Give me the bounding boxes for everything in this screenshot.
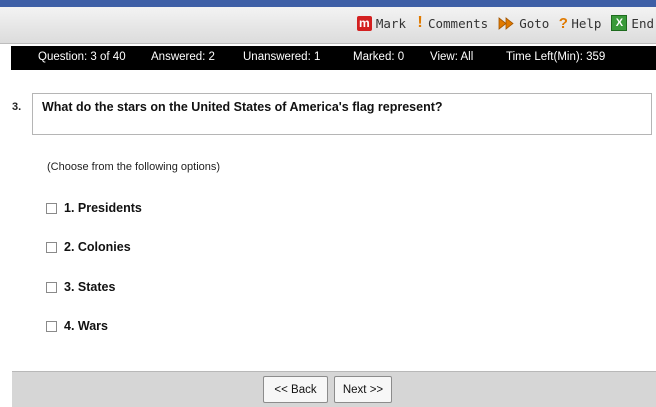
help-button[interactable]: ? Help — [558, 14, 602, 32]
mark-icon: m — [356, 15, 372, 31]
comments-icon: ! — [417, 14, 423, 31]
toolbar-tools: m Mark ! Comments Goto ? Help X End — [347, 14, 654, 32]
question-counter: Question: 3 of 40 — [38, 51, 126, 63]
mark-button[interactable]: m Mark — [356, 15, 406, 31]
mark-label: Mark — [375, 15, 406, 31]
time-left: Time Left(Min): 359 — [506, 51, 606, 63]
instructions: (Choose from the following options) — [47, 161, 221, 173]
question-text: What do the stars on the United States o… — [32, 93, 652, 135]
option-1[interactable]: 1. Presidents — [46, 201, 142, 215]
comments-label: Comments — [427, 15, 489, 31]
help-icon: ? — [558, 14, 568, 32]
goto-button[interactable]: Goto — [498, 16, 549, 31]
navigation-bar: << Back Next >> — [12, 371, 656, 407]
status-bar: Question: 3 of 40 Answered: 2 Unanswered… — [11, 46, 656, 70]
option-4[interactable]: 4. Wars — [46, 319, 108, 333]
end-icon: X — [611, 15, 628, 31]
option-2[interactable]: 2. Colonies — [46, 240, 131, 254]
view-filter: View: All — [430, 51, 474, 63]
marked-count: Marked: 0 — [353, 51, 405, 63]
toolbar: m Mark ! Comments Goto ? Help X End — [0, 7, 656, 44]
window-top-stripe — [0, 0, 656, 7]
option-4-label: 4. Wars — [64, 319, 109, 333]
comments-button[interactable]: ! Comments — [416, 14, 488, 32]
question-number: 3. — [12, 101, 22, 113]
option-2-checkbox[interactable] — [46, 241, 57, 253]
option-1-label: 1. Presidents — [64, 201, 142, 215]
goto-icon — [498, 16, 515, 30]
end-label: End — [631, 15, 654, 31]
option-3[interactable]: 3. States — [46, 280, 115, 294]
option-2-label: 2. Colonies — [64, 240, 131, 254]
help-label: Help — [571, 15, 602, 31]
option-3-label: 3. States — [64, 280, 116, 294]
answered-count: Answered: 2 — [151, 51, 215, 63]
option-3-checkbox[interactable] — [46, 281, 57, 293]
back-button[interactable]: << Back — [263, 376, 328, 403]
option-4-checkbox[interactable] — [46, 320, 57, 332]
next-button[interactable]: Next >> — [334, 376, 392, 403]
end-button[interactable]: X End — [611, 15, 654, 31]
goto-label: Goto — [519, 15, 550, 31]
option-1-checkbox[interactable] — [46, 202, 57, 214]
unanswered-count: Unanswered: 1 — [243, 51, 321, 63]
